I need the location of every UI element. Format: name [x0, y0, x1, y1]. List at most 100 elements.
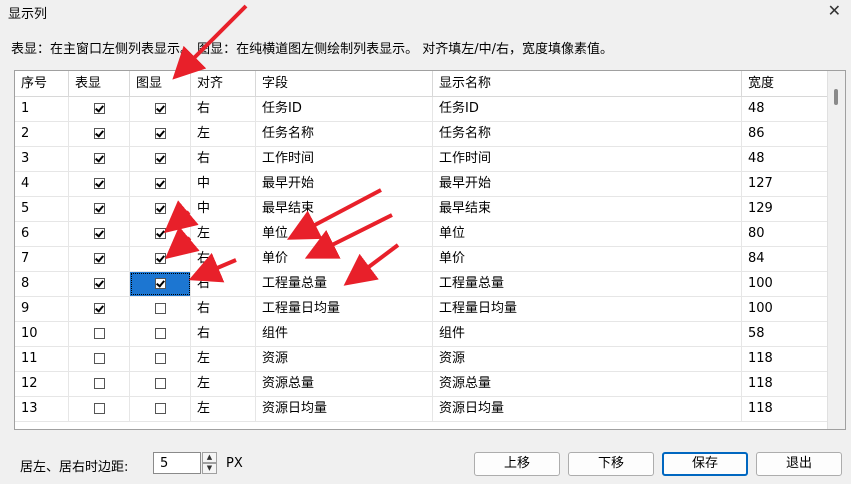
- column-header[interactable]: 显示名称: [433, 71, 742, 96]
- align-cell[interactable]: 右: [191, 147, 256, 171]
- align-cell[interactable]: 右: [191, 297, 256, 321]
- width-cell[interactable]: 48: [742, 97, 828, 121]
- table-row[interactable]: 8 右工程量总量 工程量总量 100: [15, 272, 828, 297]
- move-up-button[interactable]: 上移: [474, 452, 560, 476]
- column-header[interactable]: 序号: [15, 71, 69, 96]
- width-cell[interactable]: 80: [742, 222, 828, 246]
- width-cell[interactable]: 84: [742, 247, 828, 271]
- chart-show-checkbox[interactable]: [155, 278, 166, 289]
- chart-show-checkbox[interactable]: [155, 228, 166, 239]
- spin-down-icon[interactable]: ▼: [202, 463, 217, 474]
- chart-show-checkbox[interactable]: [155, 153, 166, 164]
- close-icon[interactable]: ✕: [828, 1, 841, 20]
- margin-input[interactable]: [153, 452, 201, 474]
- column-header[interactable]: 宽度: [742, 71, 828, 96]
- align-cell[interactable]: 中: [191, 172, 256, 196]
- column-header[interactable]: 字段: [256, 71, 433, 96]
- table-show-checkbox[interactable]: [94, 128, 105, 139]
- chart-show-checkbox[interactable]: [155, 378, 166, 389]
- chart-show-checkbox[interactable]: [155, 253, 166, 264]
- chart-show-checkbox[interactable]: [155, 128, 166, 139]
- spin-up-icon[interactable]: ▲: [202, 452, 217, 463]
- margin-stepper[interactable]: ▲ ▼: [202, 452, 217, 474]
- display-name-cell[interactable]: 任务ID: [433, 97, 742, 121]
- width-cell[interactable]: 100: [742, 297, 828, 321]
- align-cell[interactable]: 左: [191, 397, 256, 421]
- table-show-checkbox[interactable]: [94, 178, 105, 189]
- align-cell[interactable]: 右: [191, 247, 256, 271]
- align-cell[interactable]: 左: [191, 122, 256, 146]
- width-cell[interactable]: 118: [742, 397, 828, 421]
- chart-show-checkbox[interactable]: [155, 103, 166, 114]
- column-header[interactable]: 表显: [69, 71, 130, 96]
- chart-show-checkbox[interactable]: [155, 303, 166, 314]
- display-name-cell[interactable]: 最早结束: [433, 197, 742, 221]
- align-cell[interactable]: 左: [191, 347, 256, 371]
- table-row[interactable]: 10 右组件 组件 58: [15, 322, 828, 347]
- display-name-cell[interactable]: 组件: [433, 322, 742, 346]
- vertical-scrollbar[interactable]: [827, 71, 845, 429]
- table-show-checkbox[interactable]: [94, 303, 105, 314]
- column-header[interactable]: 对齐: [191, 71, 256, 96]
- display-name-cell[interactable]: 资源日均量: [433, 397, 742, 421]
- width-cell[interactable]: 118: [742, 347, 828, 371]
- table-show-checkbox[interactable]: [94, 253, 105, 264]
- align-cell[interactable]: 右: [191, 272, 256, 296]
- table-show-checkbox[interactable]: [94, 153, 105, 164]
- table-row[interactable]: 1 右任务ID 任务ID 48: [15, 97, 828, 122]
- table-show-checkbox[interactable]: [94, 378, 105, 389]
- column-header[interactable]: 图显: [130, 71, 191, 96]
- table-show-checkbox[interactable]: [94, 403, 105, 414]
- width-cell[interactable]: 118: [742, 372, 828, 396]
- display-name-cell[interactable]: 资源: [433, 347, 742, 371]
- table-show-checkbox[interactable]: [94, 103, 105, 114]
- exit-button[interactable]: 退出: [756, 452, 842, 476]
- chart-show-checkbox[interactable]: [155, 203, 166, 214]
- display-name-cell[interactable]: 单位: [433, 222, 742, 246]
- display-name-cell[interactable]: 工程量日均量: [433, 297, 742, 321]
- table-show-checkbox-cell: [69, 147, 130, 171]
- align-cell[interactable]: 左: [191, 222, 256, 246]
- chart-show-checkbox-cell: [130, 172, 191, 196]
- table-show-checkbox[interactable]: [94, 353, 105, 364]
- table-row[interactable]: 12 左资源总量 资源总量 118: [15, 372, 828, 397]
- move-down-button[interactable]: 下移: [568, 452, 654, 476]
- table-row[interactable]: 5 中最早结束 最早结束 129: [15, 197, 828, 222]
- align-cell[interactable]: 左: [191, 372, 256, 396]
- chart-show-checkbox[interactable]: [155, 328, 166, 339]
- width-cell[interactable]: 58: [742, 322, 828, 346]
- field-cell: 资源日均量: [256, 397, 433, 421]
- display-name-cell[interactable]: 最早开始: [433, 172, 742, 196]
- save-button[interactable]: 保存: [662, 452, 748, 476]
- width-cell[interactable]: 48: [742, 147, 828, 171]
- width-cell[interactable]: 86: [742, 122, 828, 146]
- align-cell[interactable]: 中: [191, 197, 256, 221]
- display-name-cell[interactable]: 工程量总量: [433, 272, 742, 296]
- chart-show-checkbox[interactable]: [155, 403, 166, 414]
- table-row[interactable]: 9 右工程量日均量 工程量日均量 100: [15, 297, 828, 322]
- table-row[interactable]: 3 右工作时间 工作时间 48: [15, 147, 828, 172]
- table-show-checkbox[interactable]: [94, 203, 105, 214]
- table-row[interactable]: 6 左单位 单位 80: [15, 222, 828, 247]
- align-cell[interactable]: 右: [191, 97, 256, 121]
- table-show-checkbox[interactable]: [94, 228, 105, 239]
- width-cell[interactable]: 100: [742, 272, 828, 296]
- table-show-checkbox[interactable]: [94, 278, 105, 289]
- scrollbar-thumb[interactable]: [834, 89, 838, 105]
- table-show-checkbox-cell: [69, 222, 130, 246]
- chart-show-checkbox[interactable]: [155, 178, 166, 189]
- display-name-cell[interactable]: 工作时间: [433, 147, 742, 171]
- display-name-cell[interactable]: 单价: [433, 247, 742, 271]
- table-row[interactable]: 7 右单价 单价 84: [15, 247, 828, 272]
- display-name-cell[interactable]: 资源总量: [433, 372, 742, 396]
- display-name-cell[interactable]: 任务名称: [433, 122, 742, 146]
- table-row[interactable]: 13 左资源日均量 资源日均量 118: [15, 397, 828, 422]
- width-cell[interactable]: 129: [742, 197, 828, 221]
- chart-show-checkbox[interactable]: [155, 353, 166, 364]
- table-row[interactable]: 11 左资源 资源 118: [15, 347, 828, 372]
- table-row[interactable]: 2 左任务名称 任务名称 86: [15, 122, 828, 147]
- table-row[interactable]: 4 中最早开始 最早开始 127: [15, 172, 828, 197]
- width-cell[interactable]: 127: [742, 172, 828, 196]
- table-show-checkbox[interactable]: [94, 328, 105, 339]
- align-cell[interactable]: 右: [191, 322, 256, 346]
